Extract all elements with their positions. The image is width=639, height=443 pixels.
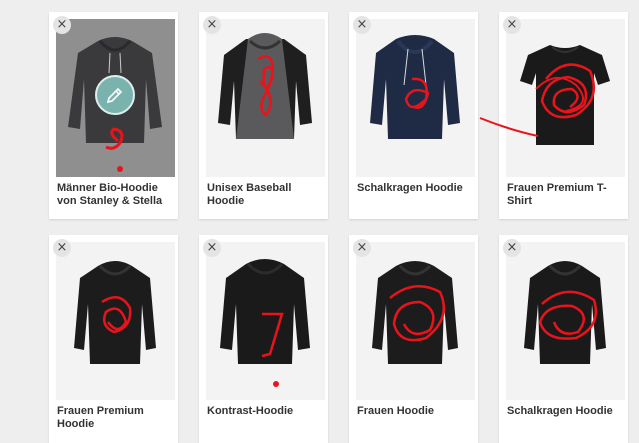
product-image[interactable] [56,19,175,177]
edit-design-button[interactable] [95,75,135,115]
tshirt-illustration [520,45,610,145]
product-image[interactable] [356,242,475,400]
product-card[interactable]: × Frauen Premium Hoodie [49,235,178,443]
close-icon: × [56,240,68,255]
close-icon: × [506,240,518,255]
product-card[interactable]: × Männer Bio-Hoodie von Stanley & Stella [49,12,178,219]
hoodie-illustration [74,261,156,364]
close-icon: × [356,17,368,32]
close-icon: × [206,17,218,32]
close-icon: × [506,17,518,32]
hoodie-illustration [372,261,458,364]
remove-product-button[interactable]: × [53,239,71,257]
product-image[interactable] [506,19,625,177]
remove-product-button[interactable]: × [503,239,521,257]
product-name: Schalkragen Hoodie [507,405,613,417]
close-icon: × [356,240,368,255]
remove-product-button[interactable]: × [353,239,371,257]
hoodie-illustration [220,259,310,387]
product-name: Kontrast-Hoodie [207,405,294,417]
hoodie-illustration [370,35,460,139]
remove-product-button[interactable]: × [353,16,371,34]
product-name: Frauen Hoodie [357,405,435,417]
remove-product-button[interactable]: × [503,16,521,34]
product-card[interactable]: × Kontrast-Hoodie [199,235,328,443]
close-icon: × [206,240,218,255]
product-card[interactable]: × Frauen Premium T-Shirt [499,12,628,219]
product-image[interactable] [506,242,625,400]
product-card[interactable]: × Schalkragen Hoodie [349,12,478,219]
close-icon: × [56,17,68,32]
remove-product-button[interactable]: × [203,239,221,257]
product-name: Unisex Baseball Hoodie [207,182,292,207]
product-image[interactable] [356,19,475,177]
pencil-icon [106,87,123,104]
product-name: Männer Bio-Hoodie von Stanley & Stella [57,182,163,207]
product-image[interactable] [206,242,325,400]
remove-product-button[interactable]: × [53,16,71,34]
product-name: Frauen Premium Hoodie [57,405,144,430]
product-image[interactable] [206,19,325,177]
product-card[interactable]: × Unisex Baseball Hoodie [199,12,328,219]
product-card[interactable]: × Frauen Hoodie [349,235,478,443]
product-name: Schalkragen Hoodie [357,182,463,194]
product-name: Frauen Premium T-Shirt [507,182,607,207]
product-image[interactable] [56,242,175,400]
hoodie-illustration [524,261,606,364]
remove-product-button[interactable]: × [203,16,221,34]
hoodie-illustration [218,33,312,139]
product-card[interactable]: × Schalkragen Hoodie [499,235,628,443]
